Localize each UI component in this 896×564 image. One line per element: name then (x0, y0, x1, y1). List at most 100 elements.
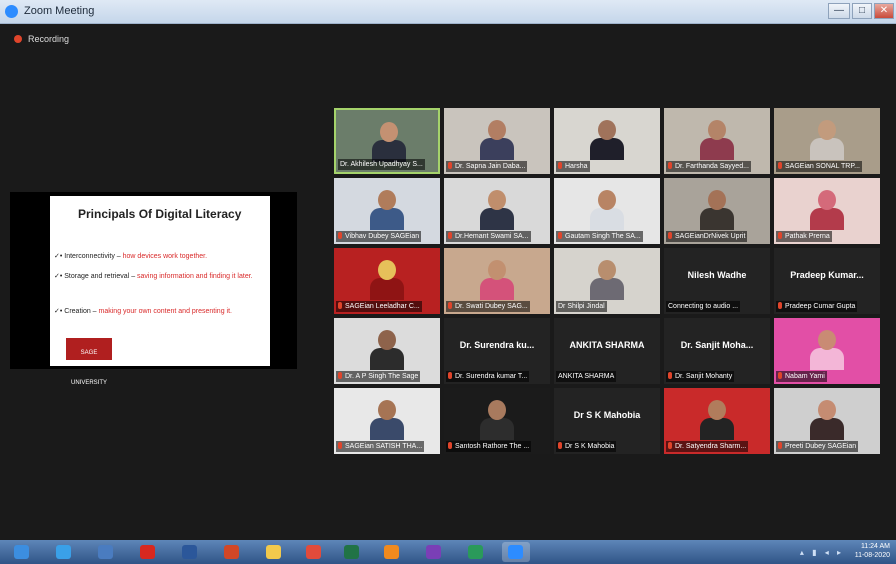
participant-body (700, 208, 734, 230)
participant-body (590, 278, 624, 300)
slide-title: Principals Of Digital Literacy (78, 207, 242, 221)
taskbar-button[interactable] (378, 542, 406, 562)
participant-body (480, 278, 514, 300)
participant-name-label: Dr S K Mahobia (556, 441, 617, 452)
participant-figure (474, 182, 520, 230)
participant-tile[interactable]: Nilesh Wadhe Connecting to audio ... (664, 248, 770, 314)
participant-figure (584, 252, 630, 300)
taskbar-button[interactable] (134, 542, 162, 562)
taskbar-button[interactable] (176, 542, 204, 562)
taskbar-button[interactable] (502, 542, 530, 562)
maximize-button[interactable]: □ (852, 3, 872, 19)
participant-head (378, 260, 396, 280)
participant-tile[interactable]: Dr. Satyendra Sharm... (664, 388, 770, 454)
participant-figure (804, 392, 850, 440)
participant-figure (804, 322, 850, 370)
taskbar-button[interactable] (260, 542, 288, 562)
taskbar-button[interactable] (8, 542, 36, 562)
participant-tile[interactable]: Dr Shilpi Jindal (554, 248, 660, 314)
participant-tile[interactable]: Dr. A P Singh The Sage (334, 318, 440, 384)
participant-figure (474, 112, 520, 160)
muted-mic-icon (338, 442, 342, 449)
participant-display-name: Pradeep Kumar... (790, 270, 864, 280)
participant-figure (694, 112, 740, 160)
taskbar-button[interactable] (420, 542, 448, 562)
chrome-icon (306, 545, 321, 559)
participant-tile[interactable]: Dr. Sanjit Moha... Dr. Sanjit Mohanty (664, 318, 770, 384)
bullet-term: Creation – (64, 308, 99, 315)
participant-figure (804, 182, 850, 230)
participant-tile[interactable]: Dr. Farthanda Sayyed... (664, 108, 770, 174)
word-document-icon (182, 545, 197, 559)
participant-tile[interactable]: Preeti Dubey SAGEian (774, 388, 880, 454)
presentation-slide: Principals Of Digital Literacy ✓• Interc… (50, 196, 270, 386)
muted-mic-icon (338, 372, 342, 379)
participant-tile[interactable]: Harsha (554, 108, 660, 174)
participant-name-label: Dr. Swati Dubey SAG... (446, 301, 530, 312)
participant-name: Gautam Singh The SA... (565, 233, 641, 240)
participant-figure (584, 112, 630, 160)
recording-indicator[interactable]: Recording (14, 34, 69, 44)
participant-body (810, 208, 844, 230)
participant-tile[interactable]: Dr. Sapna Jain Daba... (444, 108, 550, 174)
participant-name: Dr.Hemant Swami SA... (455, 233, 529, 240)
participant-name: Dr. Swati Dubey SAG... (455, 303, 528, 310)
clock-date: 11-08-2020 (854, 552, 890, 559)
excel-icon (344, 545, 359, 559)
taskbar-button[interactable] (92, 542, 120, 562)
participant-tile[interactable]: Dr S K Mahobia Dr S K Mahobia (554, 388, 660, 454)
taskbar-button[interactable] (300, 542, 328, 562)
participant-tile[interactable]: Santosh Rathore The ... (444, 388, 550, 454)
muted-mic-icon (778, 442, 782, 449)
muted-mic-icon (338, 232, 342, 239)
participant-head (818, 400, 836, 420)
participant-tile[interactable]: SAGEian SONAL TRP... (774, 108, 880, 174)
participant-name-label: Gautam Singh The SA... (556, 231, 643, 242)
media-player-icon (98, 545, 113, 559)
participant-tile[interactable]: Dr.Hemant Swami SA... (444, 178, 550, 244)
participant-name-label: Dr. Sanjit Mohanty (666, 371, 735, 382)
system-tray[interactable]: ▴ ▮ ◂ ▸ (800, 548, 844, 557)
muted-mic-icon (778, 372, 782, 379)
participant-tile[interactable]: Dr. Swati Dubey SAG... (444, 248, 550, 314)
participant-tile[interactable]: Vibhav Dubey SAGEian (334, 178, 440, 244)
recording-label: Recording (28, 34, 70, 44)
slide-bullet: ✓• Creation – making your own content an… (54, 308, 232, 315)
muted-mic-icon (448, 232, 452, 239)
participant-tile[interactable]: Pradeep Kumar... Pradeep Cumar Gupta (774, 248, 880, 314)
taskbar-button[interactable] (218, 542, 246, 562)
windows-taskbar: ▴ ▮ ◂ ▸ 11:24 AM 11-08-2020 (0, 540, 896, 564)
participant-tile[interactable]: Dr. Surendra ku... Dr. Surendra kumar T..… (444, 318, 550, 384)
taskbar-button[interactable] (50, 542, 78, 562)
taskbar-clock[interactable]: 11:24 AM 11-08-2020 (855, 542, 890, 560)
participant-name: Dr. Farthanda Sayyed... (675, 163, 749, 170)
participant-name: Dr. Sanjit Mohanty (675, 373, 733, 380)
muted-mic-icon (668, 232, 672, 239)
participant-head (380, 122, 398, 142)
participant-name: Pathak Prerna (785, 233, 830, 240)
muted-mic-icon (448, 372, 452, 379)
participant-name-label: Vibhav Dubey SAGEian (336, 231, 422, 242)
minimize-button[interactable]: — (828, 3, 850, 19)
taskbar-button[interactable] (338, 542, 366, 562)
participant-tile[interactable]: ANKITA SHARMA ANKITA SHARMA (554, 318, 660, 384)
muted-mic-icon (448, 162, 452, 169)
zoom-app-icon (5, 5, 18, 18)
participant-name-label: Dr. Satyendra Sharm... (666, 441, 749, 452)
taskbar-button[interactable] (462, 542, 490, 562)
participant-tile[interactable]: SAGEian Leeladhar C... (334, 248, 440, 314)
window-title-bar: Zoom Meeting — □ ✕ (0, 0, 896, 24)
participant-tile[interactable]: Pathak Prerna (774, 178, 880, 244)
participant-name: Dr S K Mahobia (565, 443, 615, 450)
participant-name: Pradeep Cumar Gupta (785, 303, 856, 310)
participant-name: ANKITA SHARMA (558, 373, 615, 380)
participant-tile[interactable]: Dr. Akhilesh Upadhyay S... (334, 108, 440, 174)
participant-tile[interactable]: Gautam Singh The SA... (554, 178, 660, 244)
close-button[interactable]: ✕ (874, 3, 894, 19)
participant-tile[interactable]: SAGEian SATISH THA... (334, 388, 440, 454)
participant-head (818, 330, 836, 350)
participant-tile[interactable]: Nabam Yami (774, 318, 880, 384)
participant-tile[interactable]: SAGEianDrNivek Uprit (664, 178, 770, 244)
participant-name: SAGEian Leeladhar C... (345, 303, 420, 310)
windows-start-icon (14, 545, 29, 559)
